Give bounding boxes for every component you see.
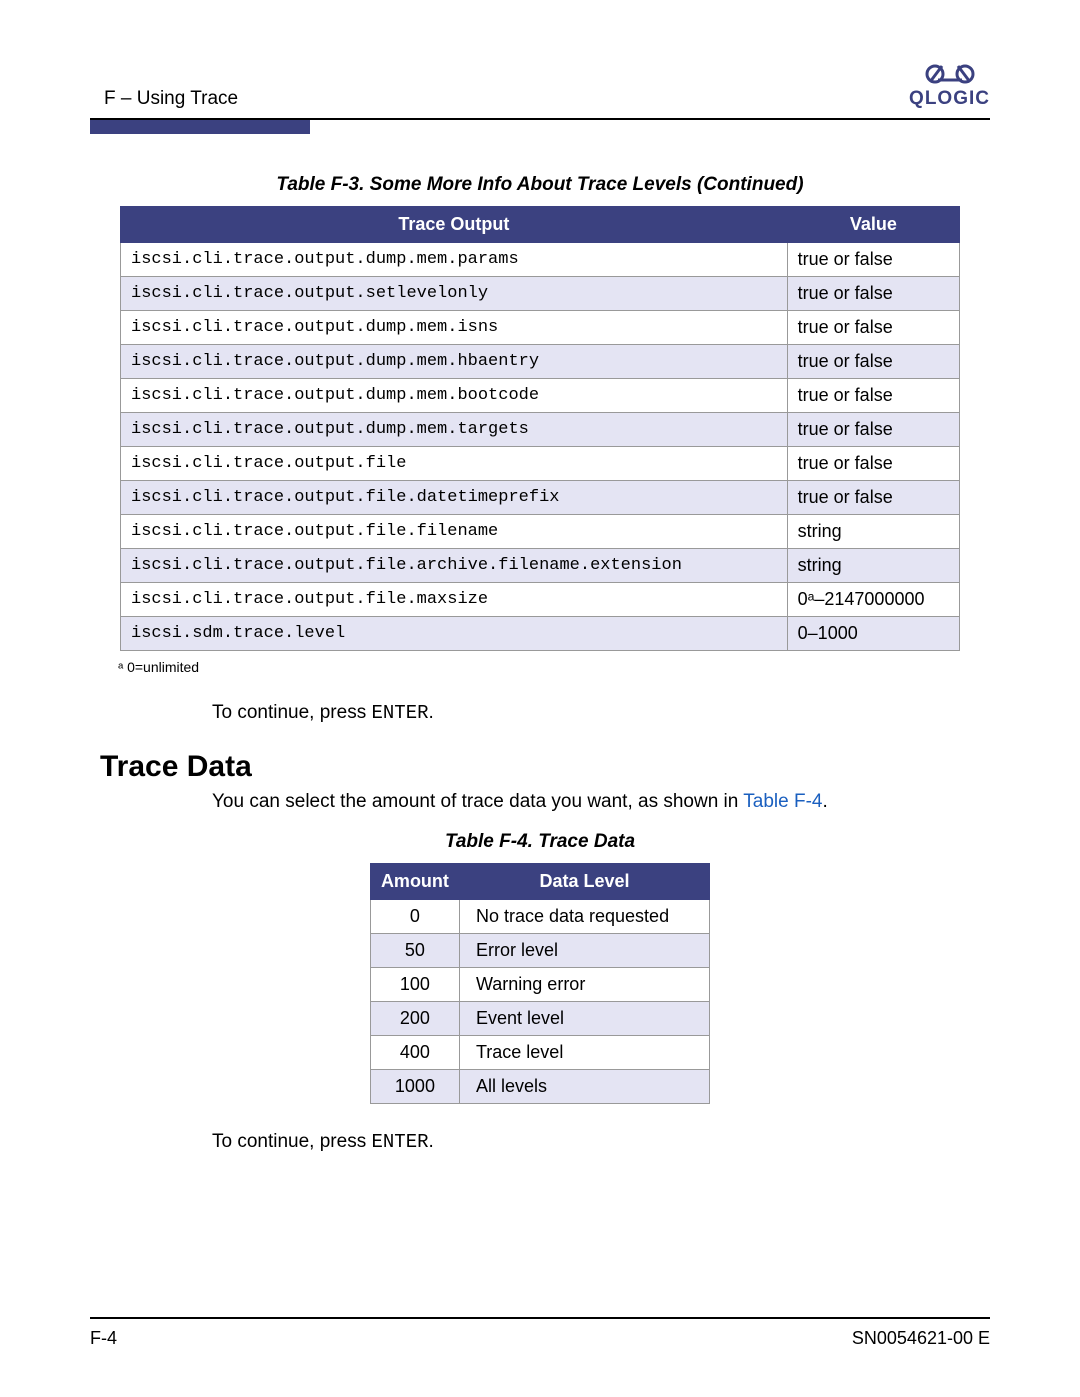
table-row: iscsi.cli.trace.output.dump.mem.targetst…	[121, 413, 960, 447]
table-row: 0No trace data requested	[370, 900, 709, 934]
trace-output-cell: iscsi.cli.trace.output.dump.mem.hbaentry	[121, 345, 788, 379]
table-row: iscsi.sdm.trace.level0–1000	[121, 617, 960, 651]
trace-value-cell: true or false	[787, 447, 959, 481]
amount-cell: 50	[370, 934, 459, 968]
table-row: iscsi.cli.trace.output.file.filenamestri…	[121, 515, 960, 549]
enter-key: ENTER	[371, 1131, 428, 1153]
trace-value-cell: true or false	[787, 277, 959, 311]
amount-cell: 200	[370, 1002, 459, 1036]
table-row: 400Trace level	[370, 1036, 709, 1070]
table-row: 100Warning error	[370, 968, 709, 1002]
trace-value-cell: true or false	[787, 311, 959, 345]
logo: QLOGIC	[909, 60, 990, 110]
level-cell: Warning error	[459, 968, 709, 1002]
page-number: F-4	[90, 1328, 117, 1349]
table1-caption: Table F-3. Some More Info About Trace Le…	[90, 174, 990, 196]
logo-text: QLOGIC	[909, 88, 990, 110]
trace-output-cell: iscsi.cli.trace.output.setlevelonly	[121, 277, 788, 311]
trace-data-intro: You can select the amount of trace data …	[212, 788, 990, 816]
trace-value-cell: 0ᵃ–2147000000	[787, 583, 959, 617]
amount-cell: 0	[370, 900, 459, 934]
table-row: iscsi.cli.trace.output.dump.mem.bootcode…	[121, 379, 960, 413]
header-rule	[90, 118, 990, 134]
amount-cell: 100	[370, 968, 459, 1002]
qlogic-icon	[924, 60, 976, 86]
trace-value-cell: true or false	[787, 243, 959, 277]
table-row: iscsi.cli.trace.output.filetrue or false	[121, 447, 960, 481]
trace-output-cell: iscsi.cli.trace.output.file.maxsize	[121, 583, 788, 617]
trace-output-cell: iscsi.sdm.trace.level	[121, 617, 788, 651]
level-cell: Error level	[459, 934, 709, 968]
table-row: iscsi.cli.trace.output.dump.mem.isnstrue…	[121, 311, 960, 345]
doc-number: SN0054621-00 E	[852, 1328, 990, 1349]
trace-value-cell: string	[787, 549, 959, 583]
trace-output-cell: iscsi.cli.trace.output.file	[121, 447, 788, 481]
trace-data-table: Amount Data Level 0No trace data request…	[370, 863, 710, 1104]
table-row: iscsi.cli.trace.output.setlevelonlytrue …	[121, 277, 960, 311]
trace-output-cell: iscsi.cli.trace.output.dump.mem.params	[121, 243, 788, 277]
table2-header-amount: Amount	[370, 864, 459, 900]
table1-header-value: Value	[787, 207, 959, 243]
continue-text-1: To continue, press ENTER.	[212, 699, 990, 728]
footer-rule	[90, 1317, 990, 1319]
table2-caption: Table F-4. Trace Data	[90, 831, 990, 853]
trace-output-cell: iscsi.cli.trace.output.dump.mem.targets	[121, 413, 788, 447]
trace-value-cell: true or false	[787, 345, 959, 379]
table-row: iscsi.cli.trace.output.file.datetimepref…	[121, 481, 960, 515]
table-row: 1000All levels	[370, 1070, 709, 1104]
table-f4-xref[interactable]: Table F-4	[743, 791, 822, 812]
table-row: iscsi.cli.trace.output.dump.mem.hbaentry…	[121, 345, 960, 379]
table2-header-level: Data Level	[459, 864, 709, 900]
table-row: iscsi.cli.trace.output.file.archive.file…	[121, 549, 960, 583]
table1-header-output: Trace Output	[121, 207, 788, 243]
table-row: iscsi.cli.trace.output.file.maxsize0ᵃ–21…	[121, 583, 960, 617]
continue-text-2: To continue, press ENTER.	[212, 1128, 990, 1157]
table-row: 50Error level	[370, 934, 709, 968]
level-cell: Event level	[459, 1002, 709, 1036]
trace-value-cell: true or false	[787, 413, 959, 447]
trace-value-cell: 0–1000	[787, 617, 959, 651]
trace-output-table: Trace Output Value iscsi.cli.trace.outpu…	[120, 206, 960, 651]
trace-output-cell: iscsi.cli.trace.output.dump.mem.isns	[121, 311, 788, 345]
enter-key: ENTER	[371, 702, 428, 724]
page-header: F – Using Trace QLOGIC	[90, 60, 990, 110]
amount-cell: 400	[370, 1036, 459, 1070]
level-cell: No trace data requested	[459, 900, 709, 934]
trace-output-cell: iscsi.cli.trace.output.dump.mem.bootcode	[121, 379, 788, 413]
trace-output-cell: iscsi.cli.trace.output.file.filename	[121, 515, 788, 549]
page-footer: F-4 SN0054621-00 E	[90, 1328, 990, 1349]
trace-value-cell: string	[787, 515, 959, 549]
section-label: F – Using Trace	[90, 88, 238, 110]
accent-bar	[90, 120, 310, 134]
table-row: iscsi.cli.trace.output.dump.mem.paramstr…	[121, 243, 960, 277]
table-row: 200Event level	[370, 1002, 709, 1036]
trace-data-heading: Trace Data	[100, 750, 990, 784]
trace-output-cell: iscsi.cli.trace.output.file.datetimepref…	[121, 481, 788, 515]
trace-output-cell: iscsi.cli.trace.output.file.archive.file…	[121, 549, 788, 583]
level-cell: Trace level	[459, 1036, 709, 1070]
level-cell: All levels	[459, 1070, 709, 1104]
trace-value-cell: true or false	[787, 379, 959, 413]
amount-cell: 1000	[370, 1070, 459, 1104]
trace-value-cell: true or false	[787, 481, 959, 515]
table1-footnote: ᵃ 0=unlimited	[118, 659, 990, 675]
